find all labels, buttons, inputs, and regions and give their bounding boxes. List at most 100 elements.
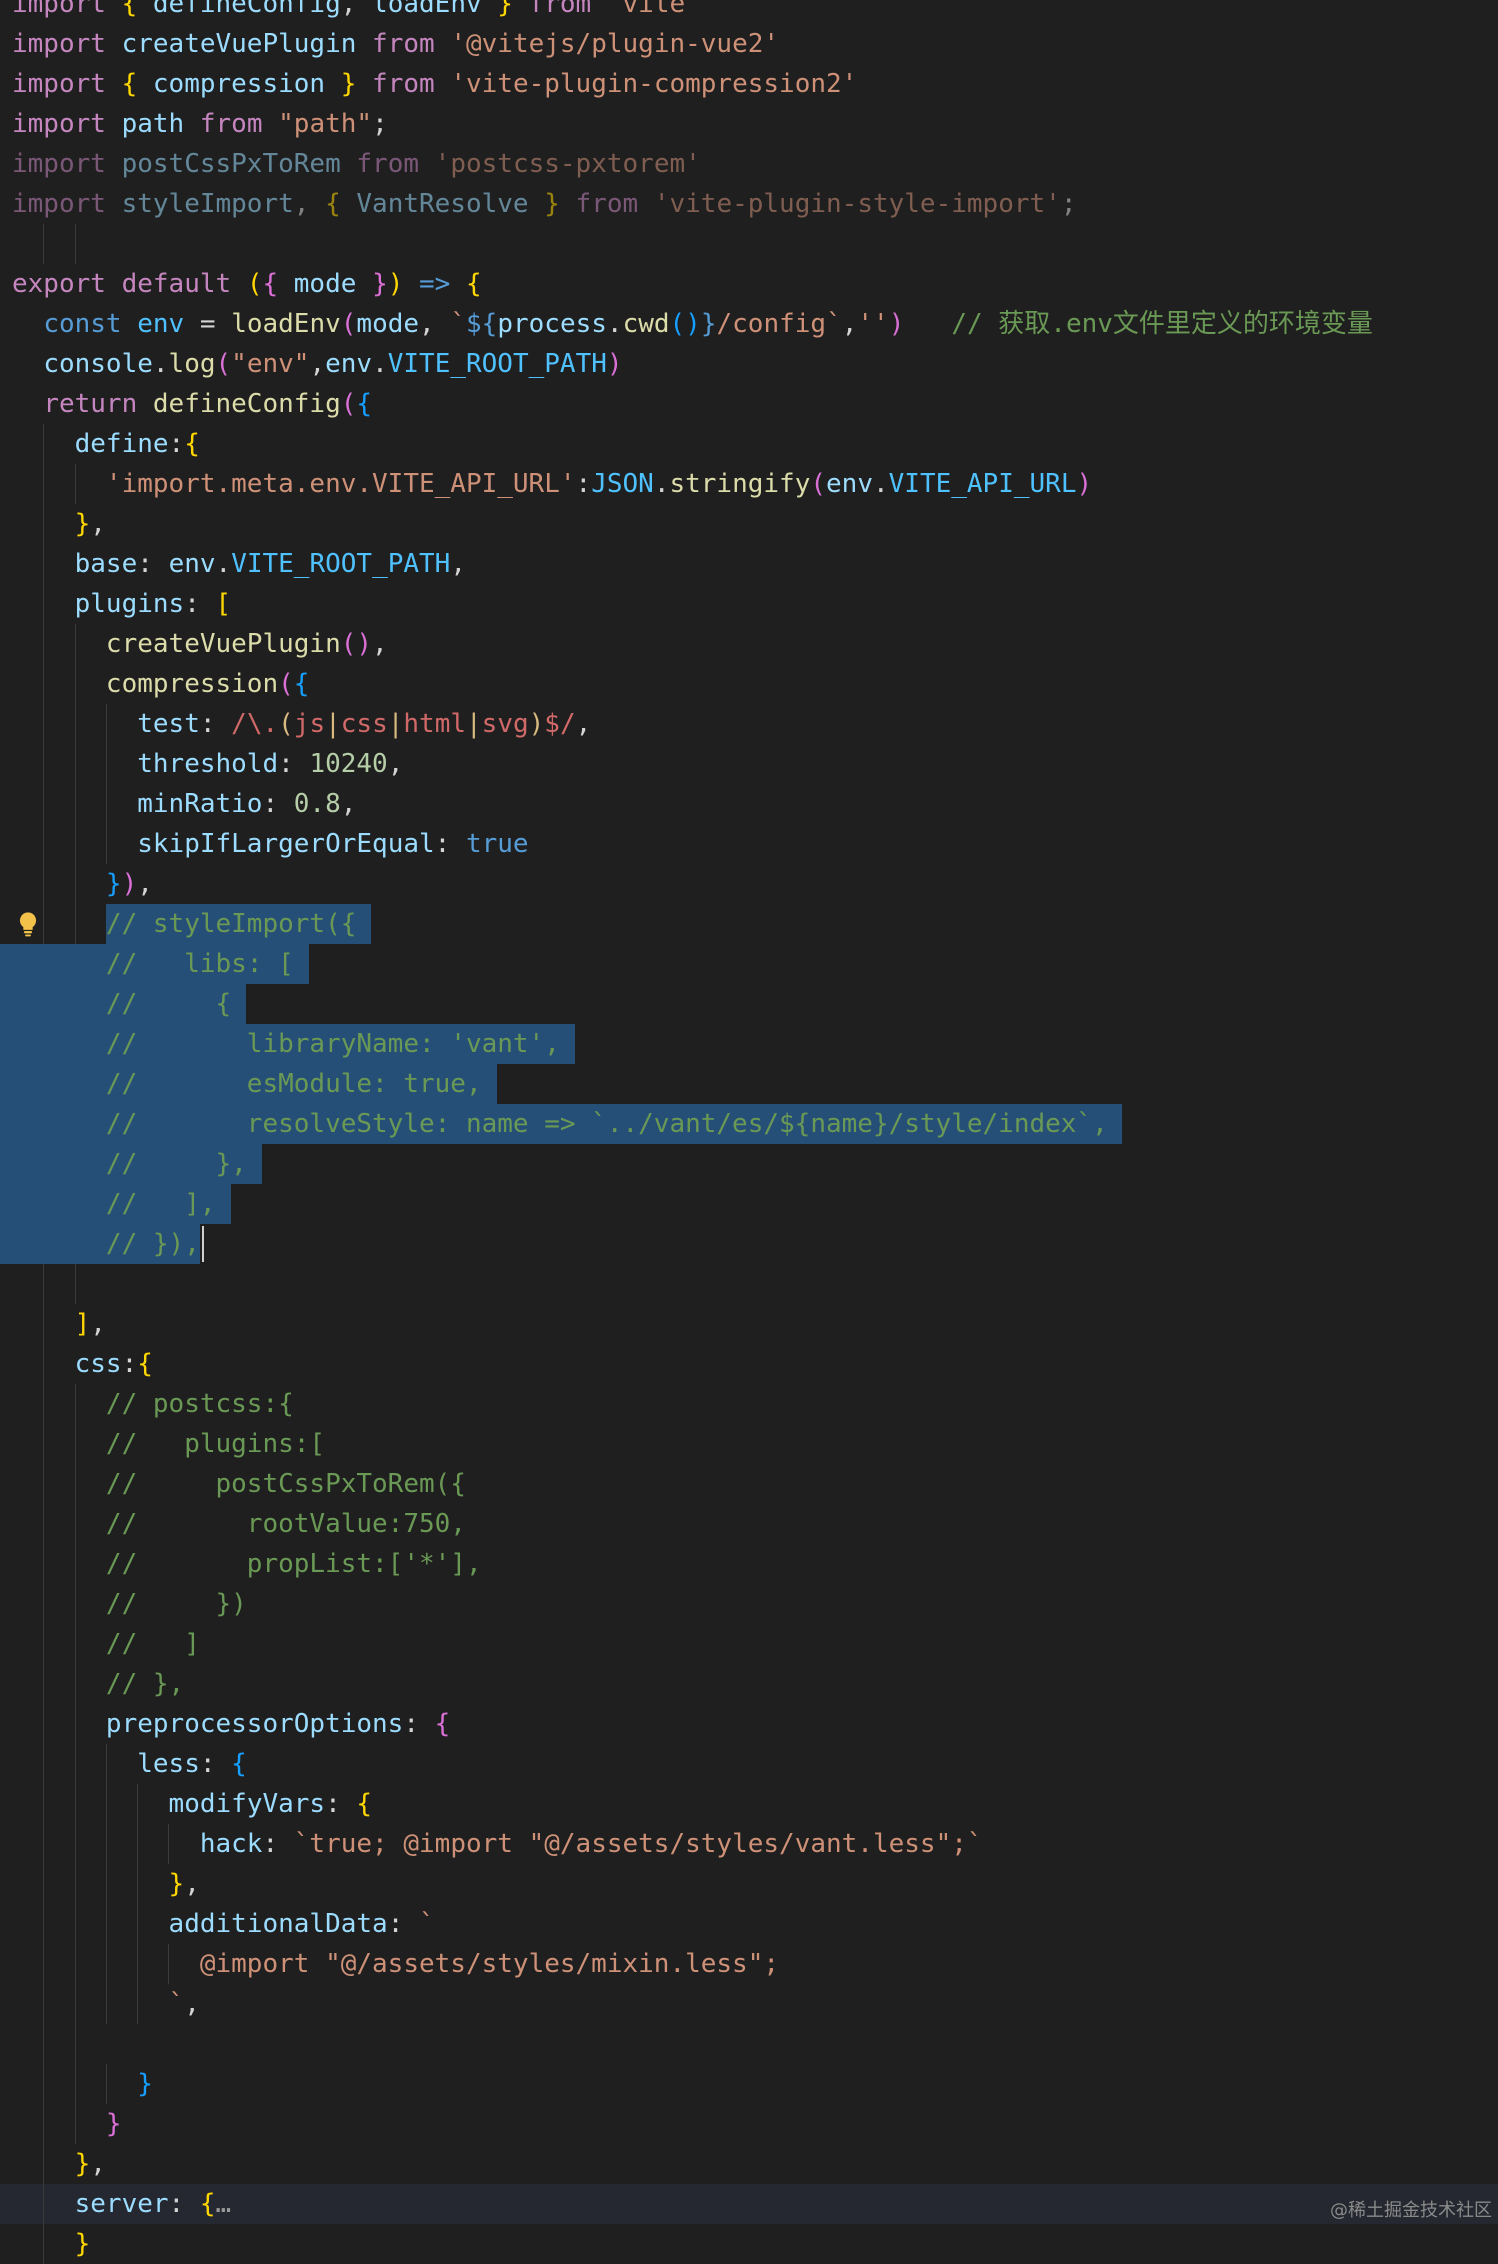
code-line[interactable]: minRatio: 0.8, (0, 784, 1498, 824)
indent-guide (43, 2024, 45, 2064)
code-token: } (105, 2109, 122, 2139)
code-line[interactable]: // propList:['*'], (0, 1544, 1498, 1584)
lightbulb-icon[interactable] (14, 910, 42, 938)
fold-ellipsis-icon[interactable]: … (216, 2189, 232, 2219)
code-line[interactable]: 'import.meta.env.VITE_API_URL':JSON.stri… (0, 464, 1498, 504)
code-line[interactable]: css:{ (0, 1344, 1498, 1384)
code-token: VITE_API_URL (888, 469, 1077, 499)
code-line[interactable]: less: { (0, 1744, 1498, 1784)
code-line[interactable]: // postCssPxToRem({ (0, 1464, 1498, 1504)
code-line[interactable]: import styleImport, { VantResolve } from… (0, 184, 1498, 224)
code-line[interactable]: import path from "path"; (0, 104, 1498, 144)
code-token: 'vite' (606, 0, 701, 19)
code-line[interactable]: // postcss:{ (0, 1384, 1498, 1424)
code-token: , (419, 309, 451, 339)
code-line[interactable]: define:{ (0, 424, 1498, 464)
code-line[interactable]: // }, (0, 1144, 1498, 1184)
code-line[interactable]: // styleImport({ (0, 904, 1498, 944)
code-line[interactable]: createVuePlugin(), (0, 624, 1498, 664)
code-line[interactable] (0, 1264, 1498, 1304)
code-text: createVuePlugin(), (12, 624, 388, 664)
code-line[interactable]: import { defineConfig, loadEnv } from 'v… (0, 0, 1498, 24)
code-line[interactable]: }), (0, 864, 1498, 904)
code-line[interactable]: export default ({ mode }) => { (0, 264, 1498, 304)
code-line[interactable]: // resolveStyle: name => `../vant/es/${n… (0, 1104, 1498, 1144)
code-line[interactable]: console.log("env",env.VITE_ROOT_PATH) (0, 344, 1498, 384)
code-token: | (466, 709, 482, 739)
code-line[interactable]: // rootValue:750, (0, 1504, 1498, 1544)
code-line[interactable]: }, (0, 1864, 1498, 1904)
code-editor[interactable]: import { defineConfig, loadEnv } from 'v… (0, 0, 1498, 2264)
code-token: : (325, 1789, 357, 1819)
code-line[interactable]: import { compression } from 'vite-plugin… (0, 64, 1498, 104)
code-line[interactable]: server: {… (0, 2184, 1498, 2224)
code-line[interactable]: skipIfLargerOrEqual: true (0, 824, 1498, 864)
code-line[interactable]: additionalData: ` (0, 1904, 1498, 1944)
code-line[interactable]: @import "@/assets/styles/mixin.less"; (0, 1944, 1498, 1984)
code-line[interactable]: threshold: 10240, (0, 744, 1498, 784)
code-line[interactable]: plugins: [ (0, 584, 1498, 624)
code-token: svg (481, 709, 529, 739)
code-token: ) (1076, 469, 1093, 499)
code-line[interactable]: // esModule: true, (0, 1064, 1498, 1104)
code-line[interactable]: } (0, 2064, 1498, 2104)
code-line[interactable]: import postCssPxToRem from 'postcss-pxto… (0, 144, 1498, 184)
code-line[interactable]: modifyVars: { (0, 1784, 1498, 1824)
code-line[interactable]: return defineConfig({ (0, 384, 1498, 424)
code-token: { (121, 69, 138, 99)
code-token: // 获取.env文件里定义的环境变量 (951, 309, 1373, 339)
code-line[interactable]: // }) (0, 1584, 1498, 1624)
code-line[interactable]: compression({ (0, 664, 1498, 704)
code-token: | (387, 709, 404, 739)
code-token: : (575, 469, 592, 499)
code-line[interactable]: // }, (0, 1664, 1498, 1704)
code-line[interactable]: const env = loadEnv(mode, `${process.cwd… (0, 304, 1498, 344)
code-token: , (841, 309, 858, 339)
code-token: : (262, 1829, 294, 1859)
indent-guide (74, 224, 76, 264)
code-text: test: /\.(js|css|html|svg)$/, (12, 704, 591, 744)
code-line[interactable]: // { (0, 984, 1498, 1024)
code-token: ( (215, 349, 232, 379)
code-line[interactable] (0, 2024, 1498, 2064)
code-line[interactable]: // ] (0, 1624, 1498, 1664)
code-token: } (137, 2069, 153, 2099)
code-line[interactable]: import createVuePlugin from '@vitejs/plu… (0, 24, 1498, 64)
code-line[interactable]: preprocessorOptions: { (0, 1704, 1498, 1744)
code-text: // rootValue:750, (12, 1504, 466, 1544)
code-line[interactable]: // }), (0, 1224, 1498, 1264)
code-line[interactable]: hack: `true; @import "@/assets/styles/va… (0, 1824, 1498, 1864)
code-line[interactable]: // ], (0, 1184, 1498, 1224)
code-token: env (325, 349, 373, 379)
code-line[interactable]: // libraryName: 'vant', (0, 1024, 1498, 1064)
code-line[interactable]: `, (0, 1984, 1498, 2024)
code-text: // }), (12, 1224, 200, 1264)
code-text: import createVuePlugin from '@vitejs/plu… (12, 24, 779, 64)
code-token: ( (340, 389, 357, 419)
code-token: default (121, 269, 232, 299)
code-token: ( (340, 309, 357, 339)
code-text: import path from "path"; (12, 104, 388, 144)
code-line[interactable]: }, (0, 504, 1498, 544)
code-line[interactable]: }, (0, 2144, 1498, 2184)
code-line[interactable]: ], (0, 1304, 1498, 1344)
code-token: . (872, 469, 889, 499)
code-line[interactable] (0, 224, 1498, 264)
code-line[interactable]: } (0, 2224, 1498, 2264)
code-text: // postcss:{ (12, 1384, 294, 1424)
code-line[interactable]: base: env.VITE_ROOT_PATH, (0, 544, 1498, 584)
code-line[interactable]: test: /\.(js|css|html|svg)$/, (0, 704, 1498, 744)
code-line[interactable]: // libs: [ (0, 944, 1498, 984)
code-line[interactable]: } (0, 2104, 1498, 2144)
code-line[interactable]: // plugins:[ (0, 1424, 1498, 1464)
